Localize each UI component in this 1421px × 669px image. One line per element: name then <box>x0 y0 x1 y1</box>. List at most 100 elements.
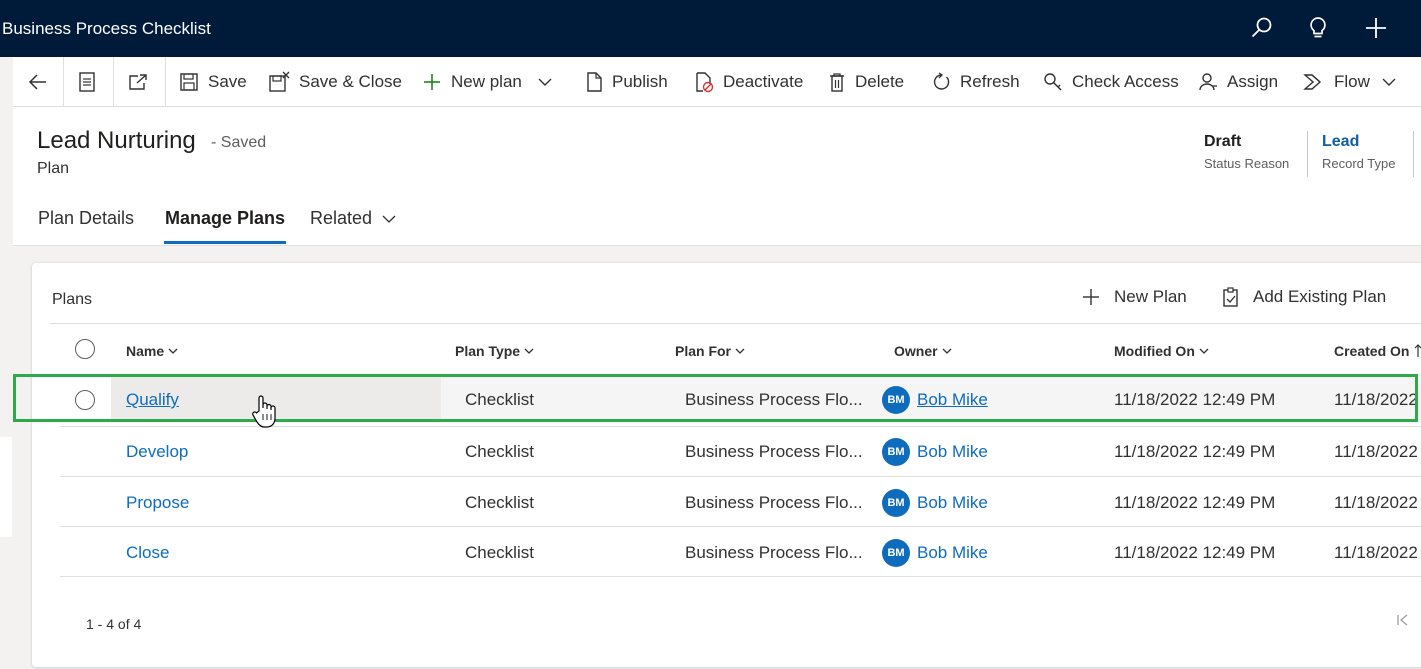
column-owner-label: Owner <box>894 343 938 359</box>
lightbulb-icon[interactable] <box>1304 14 1332 42</box>
flow-button[interactable]: Flow <box>1303 57 1370 106</box>
back-arrow-icon <box>28 73 46 90</box>
first-page-button[interactable] <box>1396 613 1410 632</box>
publish-button[interactable]: Publish <box>585 57 668 106</box>
delete-button[interactable]: Delete <box>828 57 904 106</box>
record-type-field: Lead Record Type <box>1322 133 1395 171</box>
column-header-created-on[interactable]: Created On <box>1334 343 1421 359</box>
column-header-plan-type[interactable]: Plan Type <box>455 343 534 359</box>
active-tab-indicator <box>164 241 286 244</box>
check-access-button[interactable]: Check Access <box>1043 57 1179 106</box>
plan-type-cell: Checklist <box>465 543 534 562</box>
owner-cell[interactable]: BM Bob Mike <box>882 427 988 477</box>
refresh-button[interactable]: Refresh <box>931 57 1020 106</box>
hand-cursor-icon <box>251 394 277 435</box>
tab-related-label: Related <box>310 208 373 228</box>
owner-link[interactable]: Bob Mike <box>917 543 988 563</box>
first-page-icon <box>1397 614 1408 626</box>
check-access-label: Check Access <box>1072 71 1179 91</box>
column-header-name[interactable]: Name <box>126 343 178 359</box>
publish-label: Publish <box>612 71 668 91</box>
app-title: Business Process Checklist <box>2 19 211 38</box>
chevron-down-icon <box>1382 78 1396 86</box>
column-header-modified-on[interactable]: Modified On <box>1114 343 1209 359</box>
new-plan-dropdown[interactable] <box>537 57 562 106</box>
add-existing-plan-button[interactable]: Add Existing Plan <box>1222 287 1386 307</box>
table-row[interactable]: Propose Checklist Business Process Flo..… <box>60 478 1421 528</box>
trash-icon <box>830 72 844 92</box>
plan-for-cell: Business Process Flo... <box>685 442 863 461</box>
table-row[interactable]: Close Checklist Business Process Flo... … <box>60 528 1421 578</box>
select-all-checkbox[interactable] <box>75 339 95 359</box>
document-icon <box>587 71 602 92</box>
column-header-plan-for[interactable]: Plan For <box>675 343 745 359</box>
plus-icon <box>1083 289 1099 305</box>
chevron-down-icon <box>168 348 178 354</box>
plan-type-cell: Checklist <box>465 442 534 461</box>
column-header-owner[interactable]: Owner <box>894 343 952 359</box>
back-button[interactable] <box>27 57 58 106</box>
flow-dropdown[interactable] <box>1381 57 1406 106</box>
save-icon <box>180 72 198 91</box>
modified-on-cell: 11/18/2022 12:49 PM <box>1114 390 1276 409</box>
save-close-button[interactable]: Save & Close <box>268 57 402 106</box>
subgrid-title: Plans <box>52 291 93 308</box>
owner-cell[interactable]: BM Bob Mike <box>882 478 988 528</box>
status-reason-value: Draft <box>1204 133 1242 150</box>
form-view-button[interactable] <box>77 57 106 106</box>
tab-related[interactable]: Related <box>310 208 396 229</box>
owner-link[interactable]: Bob Mike <box>917 442 988 462</box>
deactivate-label: Deactivate <box>723 71 804 91</box>
owner-cell[interactable]: BM Bob Mike <box>882 375 988 425</box>
owner-cell[interactable]: BM Bob Mike <box>882 528 988 578</box>
check-access-icon <box>1044 72 1062 91</box>
plan-name-link[interactable]: Develop <box>126 427 188 477</box>
chevron-down-icon <box>524 348 534 354</box>
avatar: BM <box>882 539 910 567</box>
record-type-label: Record Type <box>1322 156 1396 171</box>
record-type-value[interactable]: Lead <box>1322 133 1395 151</box>
tab-manage-plans[interactable]: Manage Plans <box>165 208 285 229</box>
open-new-window-button[interactable] <box>127 57 158 106</box>
modified-on-cell: 11/18/2022 12:49 PM <box>1114 543 1276 562</box>
save-button[interactable]: Save <box>179 57 247 106</box>
plan-name-link[interactable]: Propose <box>126 478 189 528</box>
deactivate-button[interactable]: Deactivate <box>694 57 803 106</box>
person-icon <box>1199 72 1217 90</box>
plan-name-link[interactable]: Close <box>126 528 169 578</box>
column-plan-for-label: Plan For <box>675 343 732 359</box>
avatar: BM <box>882 438 910 466</box>
owner-link[interactable]: Bob Mike <box>917 390 988 410</box>
top-bar: Business Process Checklist <box>0 0 1421 57</box>
flow-icon <box>1303 73 1322 90</box>
left-strip <box>0 57 12 669</box>
assign-button[interactable]: Assign <box>1198 57 1278 106</box>
plans-subgrid: Plans New Plan Add Existing Plan Name Pl… <box>32 263 1421 667</box>
new-plan-button[interactable]: New Plan <box>1081 287 1187 307</box>
record-header: Lead Nurturing - Saved Plan Draft Status… <box>13 107 1421 246</box>
row-select-checkbox[interactable] <box>75 390 95 410</box>
chevron-down-icon <box>1199 348 1209 354</box>
modified-on-cell: 11/18/2022 12:49 PM <box>1114 442 1276 461</box>
deactivate-icon <box>696 71 714 92</box>
plus-icon[interactable] <box>1362 14 1390 42</box>
flow-label: Flow <box>1334 71 1370 91</box>
command-bar: Save Save & Close New plan Publish Deact… <box>13 57 1421 107</box>
new-plan-label: New plan <box>451 71 522 91</box>
sort-ascending-icon <box>1415 344 1421 357</box>
tab-plan-details[interactable]: Plan Details <box>38 208 134 229</box>
new-plan-command[interactable]: New plan <box>422 57 522 106</box>
plan-name-link[interactable]: Qualify <box>126 375 179 425</box>
refresh-icon <box>933 71 950 90</box>
chevron-down-icon <box>382 215 396 223</box>
assign-label: Assign <box>1227 71 1279 91</box>
created-on-cell: 11/18/2022 <box>1334 390 1418 409</box>
plan-type-cell: Checklist <box>465 390 534 409</box>
record-entity: Plan <box>37 160 70 177</box>
save-close-icon <box>269 71 290 92</box>
owner-link[interactable]: Bob Mike <box>917 493 988 513</box>
search-icon[interactable] <box>1248 14 1276 42</box>
add-existing-plan-label: Add Existing Plan <box>1253 287 1387 306</box>
created-on-cell: 11/18/2022 <box>1334 543 1418 562</box>
plan-for-cell: Business Process Flo... <box>685 543 863 562</box>
